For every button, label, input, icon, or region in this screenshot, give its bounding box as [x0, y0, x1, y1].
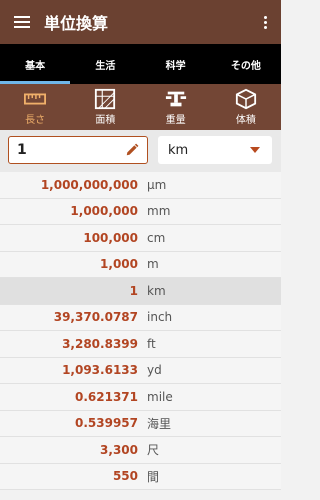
- result-value: 100,000: [83, 230, 138, 245]
- result-unit: km: [147, 283, 166, 298]
- value-input[interactable]: 1: [8, 136, 148, 164]
- result-row[interactable]: 3,280.8399 ft: [0, 331, 281, 358]
- unit-select[interactable]: km: [158, 136, 272, 164]
- result-value: 3,300: [100, 442, 138, 457]
- tab-science[interactable]: 科学: [141, 44, 211, 84]
- result-value: 550: [112, 469, 138, 484]
- ruler-icon: [24, 93, 47, 105]
- unit-type-label: 重量: [165, 115, 186, 126]
- unit-type-label: 面積: [95, 115, 116, 126]
- result-value: 1,000,000,000: [40, 177, 138, 192]
- result-unit: mile: [147, 389, 173, 404]
- more-vert-icon: [263, 15, 267, 29]
- result-row[interactable]: 550 間: [0, 463, 281, 490]
- result-unit: mm: [147, 204, 171, 219]
- result-row[interactable]: 39,370.0787 inch: [0, 304, 281, 331]
- input-row: 1 km: [0, 130, 281, 172]
- value-input-text: 1: [17, 142, 27, 158]
- result-value: 1,000: [100, 257, 138, 272]
- result-unit: m: [147, 257, 159, 272]
- unit-type-bar: 長さ 面積 重量 体積: [0, 84, 281, 130]
- tab-basic[interactable]: 基本: [0, 44, 71, 84]
- result-row[interactable]: 1,093.6133 yd: [0, 357, 281, 384]
- unit-select-value: km: [168, 142, 189, 158]
- app-bar: 単位換算: [0, 0, 281, 44]
- result-row-selected[interactable]: 1 km: [0, 278, 281, 305]
- result-value: 39,370.0787: [53, 310, 138, 325]
- unit-type-label: 長さ: [25, 115, 46, 126]
- result-row[interactable]: 3,300 尺: [0, 437, 281, 464]
- unit-type-label: 体積: [235, 115, 256, 126]
- conversion-results-list: 1,000,000,000 μm 1,000,000 mm 100,000 cm 1,…: [0, 172, 281, 490]
- result-row[interactable]: 100,000 cm: [0, 225, 281, 252]
- result-value: 0.621371: [74, 389, 138, 404]
- scale-icon: [165, 91, 186, 107]
- pencil-icon[interactable]: [125, 143, 139, 157]
- result-unit: ft: [147, 336, 156, 351]
- result-value: 0.539957: [74, 416, 138, 431]
- area-grid-icon: [95, 88, 116, 110]
- result-value: 1,000,000: [70, 204, 138, 219]
- result-unit: μm: [147, 177, 167, 192]
- tab-other[interactable]: その他: [211, 44, 281, 84]
- result-row[interactable]: 0.621371 mile: [0, 384, 281, 411]
- unit-type-length[interactable]: 長さ: [0, 84, 70, 130]
- cube-icon: [235, 88, 256, 110]
- result-unit: 海里: [147, 416, 172, 431]
- app-title: 単位換算: [44, 14, 109, 33]
- result-unit: 尺: [147, 443, 160, 458]
- result-value: 3,280.8399: [62, 336, 138, 351]
- result-row[interactable]: 0.539957 海里: [0, 410, 281, 437]
- unit-type-area[interactable]: 面積: [70, 84, 140, 130]
- chevron-down-icon: [250, 147, 260, 153]
- category-tabs: 基本 生活 科学 その他: [0, 44, 281, 84]
- unit-type-weight[interactable]: 重量: [141, 84, 211, 130]
- menu-button[interactable]: [0, 0, 44, 44]
- hamburger-menu-icon: [14, 16, 30, 28]
- tab-life[interactable]: 生活: [70, 44, 140, 84]
- result-unit: cm: [147, 230, 166, 245]
- result-row[interactable]: 1,000 m: [0, 251, 281, 278]
- more-options-button[interactable]: [249, 0, 281, 44]
- result-unit: 間: [147, 469, 160, 484]
- unit-type-volume[interactable]: 体積: [211, 84, 281, 130]
- result-value: 1,093.6133: [62, 363, 138, 378]
- result-row[interactable]: 1,000,000 mm: [0, 198, 281, 225]
- result-unit: inch: [147, 310, 173, 325]
- result-row[interactable]: 1,000,000,000 μm: [0, 172, 281, 199]
- result-unit: yd: [147, 363, 162, 378]
- result-value: 1: [129, 283, 138, 298]
